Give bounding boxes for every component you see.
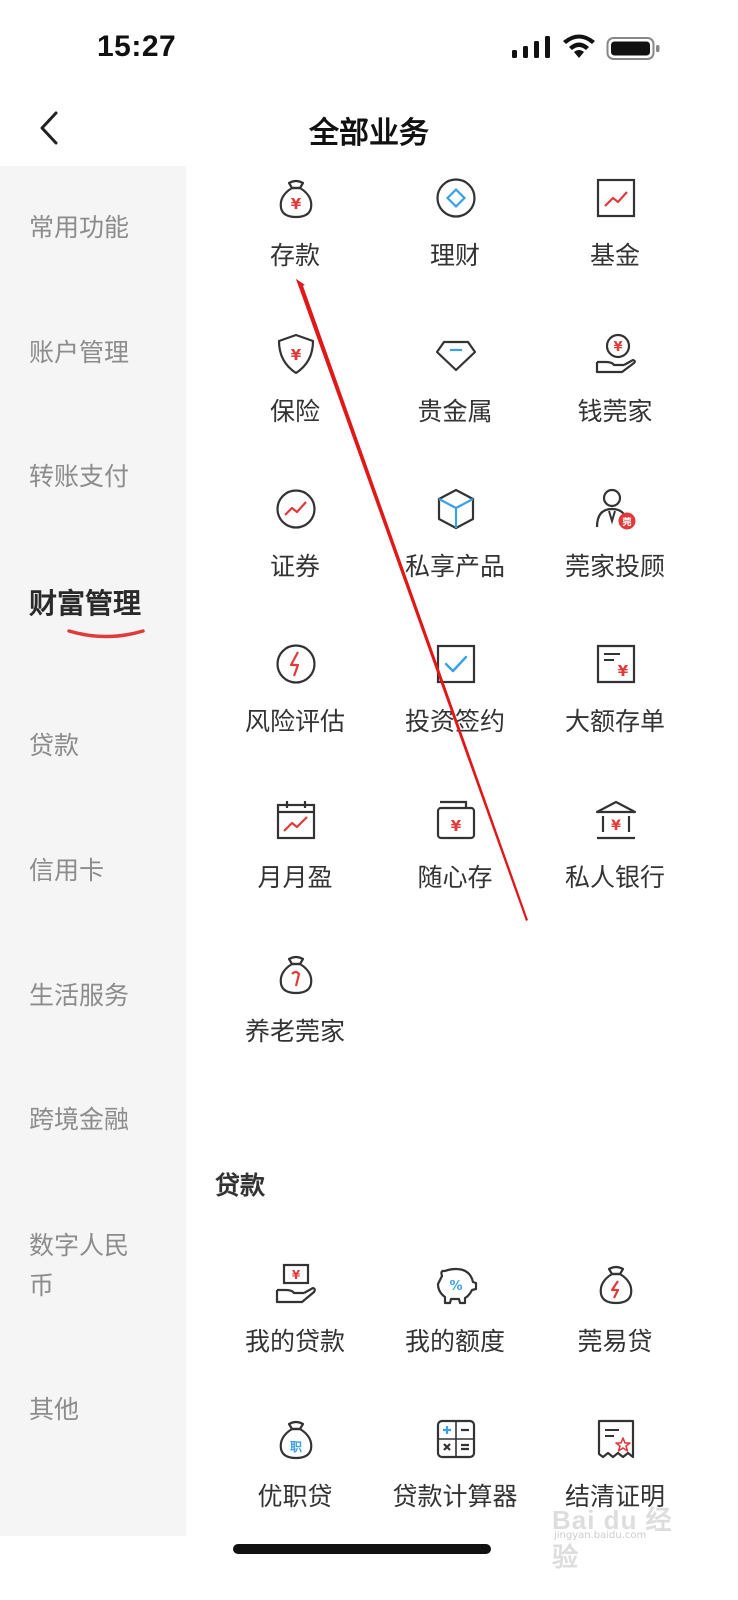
svg-text:职: 职	[290, 1440, 302, 1454]
service-securities-label: 证券	[269, 552, 320, 581]
wifi-icon	[563, 34, 595, 58]
service-my-loans[interactable]: ¥ 我的贷款	[210, 1256, 380, 1376]
sidebar-item-other[interactable]: 其他	[29, 1390, 169, 1430]
calculator-icon	[436, 1419, 476, 1459]
service-pension-label: 养老莞家	[244, 1017, 345, 1046]
sidebar-item-common[interactable]: 常用功能	[29, 208, 169, 248]
lightning-circle-icon	[276, 644, 316, 684]
lightning-bag-icon	[599, 1265, 633, 1305]
svg-text:莞: 莞	[621, 516, 631, 528]
svg-text:¥: ¥	[292, 1268, 301, 1282]
sidebar-item-transfer[interactable]: 转账支付	[29, 457, 169, 497]
sidebar-item-credit-card[interactable]: 信用卡	[29, 851, 169, 891]
shield-icon: ¥	[277, 333, 315, 375]
service-flexible-deposit[interactable]: ¥ 随心存	[370, 792, 540, 912]
chart-frame-icon	[596, 178, 636, 218]
service-loan-calculator-label: 贷款计算器	[392, 1482, 518, 1511]
service-guanyidai-label: 莞易贷	[577, 1327, 653, 1356]
service-monthly-profit-label: 月月盈	[257, 863, 333, 892]
svg-text:¥: ¥	[613, 340, 622, 355]
service-loan-calculator[interactable]: 贷款计算器	[370, 1411, 540, 1531]
sidebar-item-life[interactable]: 生活服务	[29, 976, 169, 1016]
home-indicator[interactable]	[233, 1544, 491, 1554]
pension-bag-icon	[279, 955, 313, 995]
gem-icon	[435, 340, 477, 372]
svg-text:¥: ¥	[451, 817, 462, 835]
category-sidebar: 常用功能 账户管理 转账支付 财富管理 贷款 信用卡 生活服务 跨境金融 数字人…	[0, 166, 186, 1536]
sidebar-item-wealth[interactable]: 财富管理	[29, 584, 169, 639]
service-private-banking[interactable]: ¥ 私人银行	[530, 792, 700, 912]
service-qianguanjia-label: 钱莞家	[577, 397, 653, 426]
service-content: ¥ 存款 理财 基金 ¥ 保险 贵金属 ¥ 钱莞家 证券 私享产品 莞 莞家投顾…	[186, 166, 738, 1600]
bank-icon: ¥	[595, 800, 637, 840]
coin-hand-icon: ¥	[595, 333, 636, 374]
service-qianguanjia[interactable]: ¥ 钱莞家	[530, 326, 700, 446]
sidebar-item-digital-rmb[interactable]: 数字人民币	[29, 1226, 149, 1306]
nav-bar: 全部业务	[0, 96, 738, 166]
service-precious-metal[interactable]: 贵金属	[370, 326, 540, 446]
service-my-loans-label: 我的贷款	[244, 1327, 345, 1356]
page-title: 全部业务	[309, 116, 429, 151]
service-securities[interactable]: 证券	[210, 481, 380, 601]
service-private-products-label: 私享产品	[404, 552, 505, 581]
check-box-icon	[436, 644, 476, 684]
section-title-loan: 贷款	[215, 1171, 266, 1200]
watermark: Bai du 经验 jingyan.baidu.com	[552, 1500, 692, 1572]
status-time: 15:27	[97, 30, 177, 63]
watermark-url: jingyan.baidu.com	[554, 1530, 647, 1541]
svg-text:¥: ¥	[611, 818, 621, 834]
sidebar-item-wealth-label: 财富管理	[29, 587, 142, 620]
diamond-circle-icon	[436, 178, 476, 218]
service-investment-advisor-label: 莞家投顾	[564, 552, 665, 581]
service-fund-label: 基金	[589, 241, 640, 270]
service-deposit-label: 存款	[269, 241, 320, 270]
service-deposit[interactable]: ¥ 存款	[210, 170, 380, 290]
service-large-deposit[interactable]: ¥ 大额存单	[530, 636, 700, 756]
svg-text:%: %	[449, 1279, 462, 1294]
service-youzhidai[interactable]: 职 优职贷	[210, 1411, 380, 1531]
cube-icon	[437, 488, 475, 530]
service-investment-advisor[interactable]: 莞 莞家投顾	[530, 481, 700, 601]
piggy-bank-icon: %	[436, 1267, 478, 1305]
cellular-signal-icon	[512, 36, 550, 58]
active-underline	[67, 629, 145, 639]
service-investment-signing[interactable]: 投资签约	[370, 636, 540, 756]
service-private-products[interactable]: 私享产品	[370, 481, 540, 601]
svg-text:¥: ¥	[291, 195, 302, 213]
certificate-icon: ¥	[596, 644, 636, 684]
service-monthly-profit[interactable]: 月月盈	[210, 792, 380, 912]
sidebar-item-account[interactable]: 账户管理	[29, 333, 169, 373]
service-fund[interactable]: 基金	[530, 170, 700, 290]
wallet-icon: ¥	[436, 800, 476, 840]
service-wealth-products[interactable]: 理财	[370, 170, 540, 290]
status-bar: 15:27	[0, 0, 738, 96]
service-insurance-label: 保险	[269, 397, 320, 426]
sidebar-item-cross-border[interactable]: 跨境金融	[29, 1100, 169, 1140]
receipt-icon	[597, 1419, 635, 1459]
service-precious-metal-label: 贵金属	[417, 397, 493, 426]
calendar-chart-icon	[276, 801, 316, 840]
service-risk-assessment[interactable]: 风险评估	[210, 636, 380, 756]
sidebar-item-loan[interactable]: 贷款	[29, 726, 169, 766]
service-wealth-products-label: 理财	[429, 241, 480, 270]
svg-text:¥: ¥	[291, 346, 302, 364]
job-bag-icon: 职	[279, 1420, 313, 1460]
loan-hand-icon: ¥	[275, 1263, 316, 1304]
service-my-credit-limit[interactable]: % 我的额度	[370, 1256, 540, 1376]
service-pension[interactable]: 养老莞家	[210, 946, 380, 1066]
service-my-credit-limit-label: 我的额度	[404, 1327, 505, 1356]
trend-circle-icon	[276, 489, 316, 529]
service-insurance[interactable]: ¥ 保险	[210, 326, 380, 446]
service-flexible-deposit-label: 随心存	[417, 863, 493, 892]
service-investment-signing-label: 投资签约	[404, 707, 505, 736]
money-bag-icon: ¥	[279, 179, 313, 219]
service-guanyidai[interactable]: 莞易贷	[530, 1256, 700, 1376]
service-risk-assessment-label: 风险评估	[244, 707, 345, 736]
service-large-deposit-label: 大额存单	[564, 707, 665, 736]
advisor-icon: 莞	[595, 488, 636, 530]
service-private-banking-label: 私人银行	[564, 863, 665, 892]
service-youzhidai-label: 优职贷	[257, 1482, 333, 1511]
svg-text:¥: ¥	[618, 662, 629, 680]
battery-icon	[606, 37, 660, 60]
